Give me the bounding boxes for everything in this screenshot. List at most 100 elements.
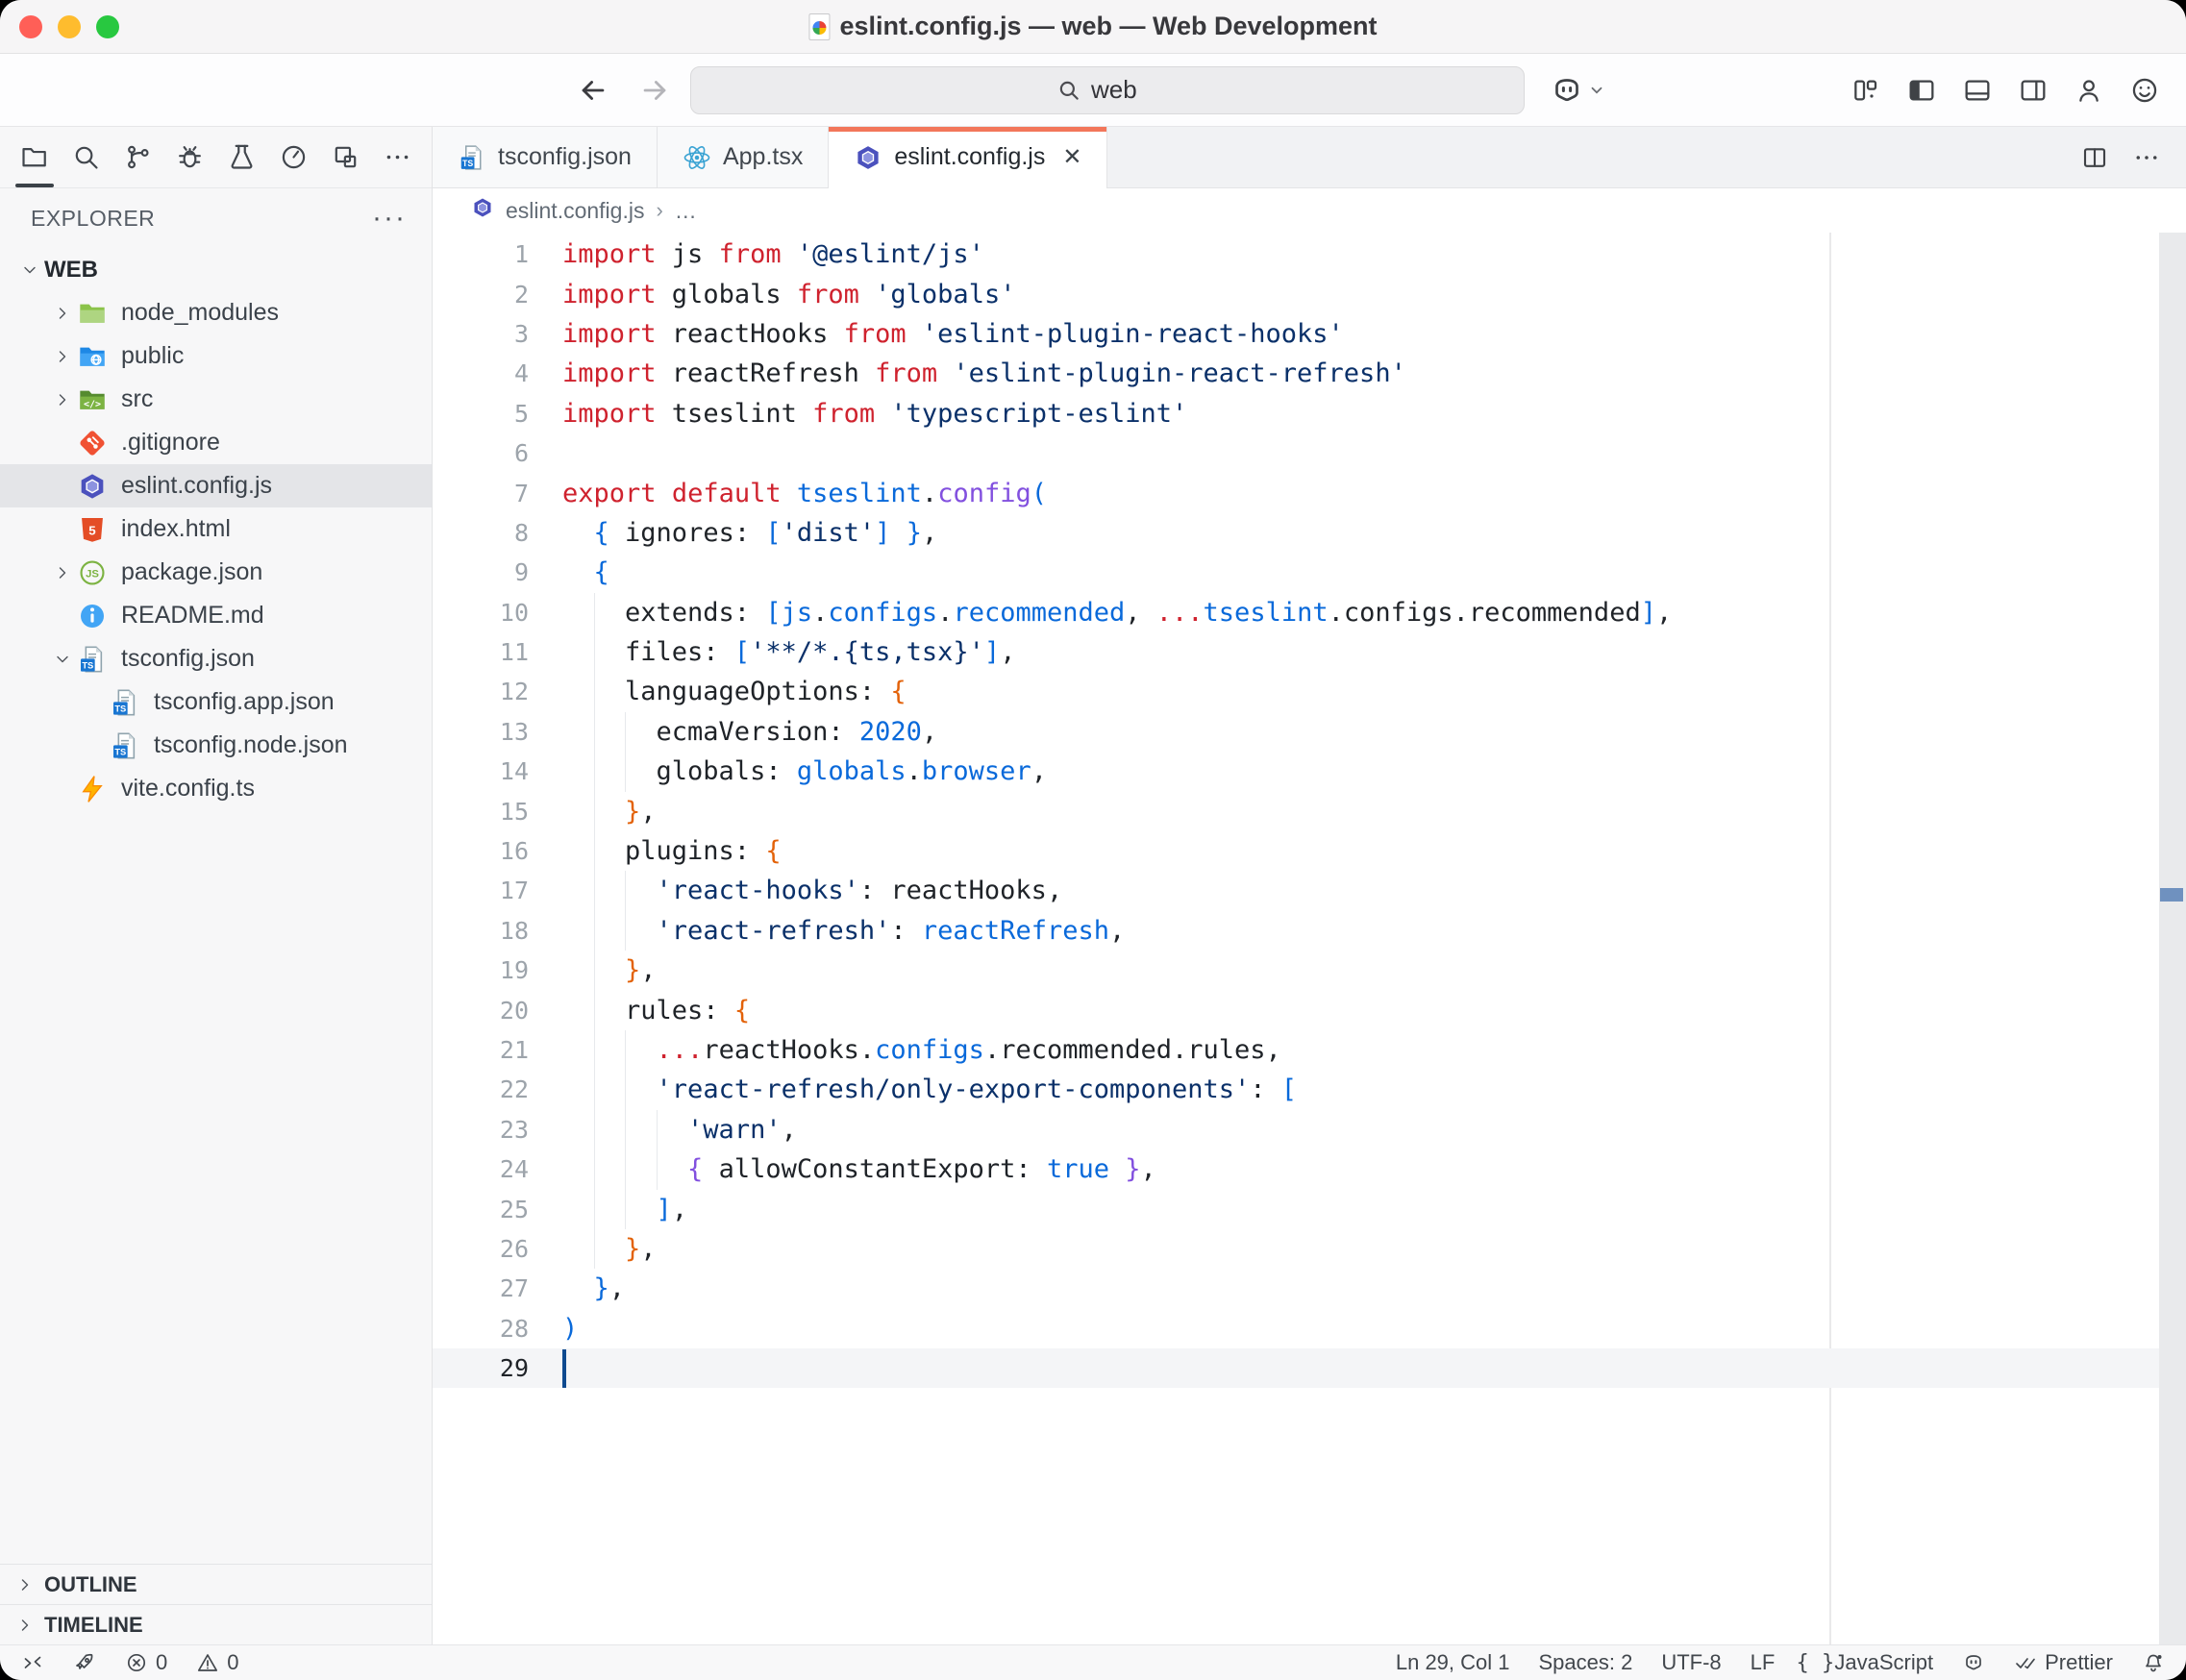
code-line-18[interactable]: 18 'react-refresh': reactRefresh, [433, 911, 2159, 951]
tree-item-vite.config.ts[interactable]: vite.config.ts [0, 767, 432, 810]
code-line-20[interactable]: 20 rules: { [433, 990, 2159, 1029]
code-line-3[interactable]: 3import reactHooks from 'eslint-plugin-r… [433, 314, 2159, 354]
toggle-sidebar-right-button[interactable] [2017, 74, 2049, 107]
tree-item-src[interactable]: </>src [0, 378, 432, 421]
code-line-13[interactable]: 13 ecmaVersion: 2020, [433, 712, 2159, 752]
code-text: { allowConstantExport: true }, [529, 1154, 1156, 1184]
forward-icon[interactable] [638, 74, 671, 107]
tree-item-index.html[interactable]: 5index.html [0, 507, 432, 551]
close-window-button[interactable] [19, 15, 42, 38]
code-line-1[interactable]: 1import js from '@eslint/js' [433, 235, 2159, 274]
activity-more-ellipsis[interactable] [376, 128, 418, 187]
code-line-8[interactable]: 8 { ignores: ['dist'] }, [433, 513, 2159, 553]
feedback-smiley-icon [2129, 75, 2160, 106]
code-line-5[interactable]: 5import tseslint from 'typescript-eslint… [433, 394, 2159, 433]
breadcrumb-file[interactable]: eslint.config.js [506, 198, 644, 224]
toggle-panel-button[interactable] [1961, 74, 1994, 107]
search-input[interactable] [1091, 75, 1158, 105]
status-item-utf-8[interactable]: UTF-8 [1661, 1650, 1721, 1675]
status-item-rocket[interactable] [73, 1651, 96, 1674]
code-text: }, [529, 1273, 625, 1303]
tree-root-web[interactable]: WEB [0, 248, 432, 291]
activity-explorer-folder[interactable] [13, 128, 56, 187]
code-line-6[interactable]: 6 [433, 433, 2159, 473]
code-text: import js from '@eslint/js' [529, 239, 984, 269]
tab-tsconfig.json[interactable]: TStsconfig.json [433, 127, 658, 187]
code-line-14[interactable]: 14 globals: globals.browser, [433, 752, 2159, 791]
code-line-11[interactable]: 11 files: ['**/*.{ts,tsx}'], [433, 632, 2159, 672]
code-line-16[interactable]: 16 plugins: { [433, 831, 2159, 871]
code-line-17[interactable]: 17 'react-hooks': reactHooks, [433, 871, 2159, 910]
breadcrumb[interactable]: eslint.config.js › … [433, 188, 2186, 233]
section-timeline[interactable]: TIMELINE [0, 1604, 432, 1644]
activity-gauge[interactable] [272, 128, 314, 187]
tab-App.tsx[interactable]: App.tsx [658, 127, 829, 187]
back-icon[interactable] [577, 74, 609, 107]
tree-item-tsconfig.node.json[interactable]: TStsconfig.node.json [0, 724, 432, 767]
tab-eslint.config.js[interactable]: eslint.config.js✕ [829, 127, 1107, 187]
status-item-copilot[interactable] [1962, 1651, 1985, 1674]
status-item-0[interactable]: 0 [125, 1650, 167, 1675]
code-line-15[interactable]: 15 }, [433, 791, 2159, 830]
status-item-ln-29-col-1[interactable]: Ln 29, Col 1 [1396, 1650, 1510, 1675]
toggle-sidebar-left-button[interactable] [1905, 74, 1938, 107]
window-title-group: eslint.config.js — web — Web Development [808, 12, 1377, 41]
tree-item-README.md[interactable]: README.md [0, 594, 432, 637]
editor-scrollbar[interactable] [2159, 233, 2186, 1644]
code-line-22[interactable]: 22 'react-refresh/only-export-components… [433, 1070, 2159, 1109]
customize-layout-button[interactable] [1850, 74, 1882, 107]
code-line-9[interactable]: 9 { [433, 553, 2159, 592]
minimize-window-button[interactable] [58, 15, 81, 38]
code-line-28[interactable]: 28) [433, 1309, 2159, 1348]
activity-search[interactable] [65, 128, 108, 187]
explorer-more-icon[interactable]: ··· [372, 213, 407, 223]
tab-close-icon[interactable]: ✕ [1062, 143, 1081, 171]
copilot-menu[interactable] [1550, 73, 1605, 108]
activity-source-control[interactable] [117, 128, 160, 187]
code-editor[interactable]: 1import js from '@eslint/js'2import glob… [433, 233, 2186, 1644]
split-editor-icon[interactable] [2080, 143, 2109, 172]
status-item-prettier[interactable]: Prettier [2014, 1650, 2113, 1675]
code-line-7[interactable]: 7export default tseslint.config( [433, 473, 2159, 512]
code-line-4[interactable]: 4import reactRefresh from 'eslint-plugin… [433, 354, 2159, 393]
breadcrumb-more[interactable]: … [675, 198, 697, 224]
tree-item-package.json[interactable]: JSpackage.json [0, 551, 432, 594]
code-line-29[interactable]: 29 [433, 1348, 2159, 1388]
tree-item-eslint.config.js[interactable]: eslint.config.js [0, 464, 432, 507]
activity-extensions[interactable] [324, 128, 366, 187]
status-item-0[interactable]: 0 [196, 1650, 238, 1675]
status-item-spaces-2[interactable]: Spaces: 2 [1539, 1650, 1633, 1675]
code-line-24[interactable]: 24 { allowConstantExport: true }, [433, 1149, 2159, 1189]
status-item-lf[interactable]: LF [1751, 1650, 1776, 1675]
tree-item-public[interactable]: public [0, 334, 432, 378]
command-center-search[interactable] [690, 66, 1525, 114]
code-line-2[interactable]: 2import globals from 'globals' [433, 274, 2159, 313]
toggle-sidebar-left-icon [1906, 75, 1937, 106]
tree-item-tsconfig.app.json[interactable]: TStsconfig.app.json [0, 680, 432, 724]
code-text: { ignores: ['dist'] }, [529, 518, 937, 548]
tree-item-.gitignore[interactable]: .gitignore [0, 421, 432, 464]
status-item-remote[interactable] [21, 1651, 44, 1674]
code-line-19[interactable]: 19 }, [433, 951, 2159, 990]
tree-item-node_modules[interactable]: node_modules [0, 291, 432, 334]
zoom-window-button[interactable] [96, 15, 119, 38]
chevron-down-icon [15, 260, 44, 280]
tree-item-tsconfig.json[interactable]: TStsconfig.json [0, 637, 432, 680]
section-outline[interactable]: OUTLINE [0, 1564, 432, 1604]
code-line-21[interactable]: 21 ...reactHooks.configs.recommended.rul… [433, 1030, 2159, 1070]
code-line-23[interactable]: 23 'warn', [433, 1110, 2159, 1149]
feedback-smiley-button[interactable] [2128, 74, 2161, 107]
activity-testing-beaker[interactable] [221, 128, 263, 187]
status-item-bell[interactable] [2142, 1651, 2165, 1674]
account-button[interactable] [2073, 74, 2105, 107]
source-control-icon [123, 142, 153, 172]
more-ellipsis-icon[interactable] [2132, 143, 2161, 172]
indent-guide [625, 871, 626, 951]
activity-debug-bug[interactable] [169, 128, 211, 187]
code-line-27[interactable]: 27 }, [433, 1269, 2159, 1308]
code-line-12[interactable]: 12 languageOptions: { [433, 672, 2159, 711]
code-line-26[interactable]: 26 }, [433, 1229, 2159, 1269]
status-item-javascript[interactable]: { }JavaScript [1803, 1650, 1933, 1675]
code-line-25[interactable]: 25 ], [433, 1189, 2159, 1228]
code-line-10[interactable]: 10 extends: [js.configs.recommended, ...… [433, 593, 2159, 632]
